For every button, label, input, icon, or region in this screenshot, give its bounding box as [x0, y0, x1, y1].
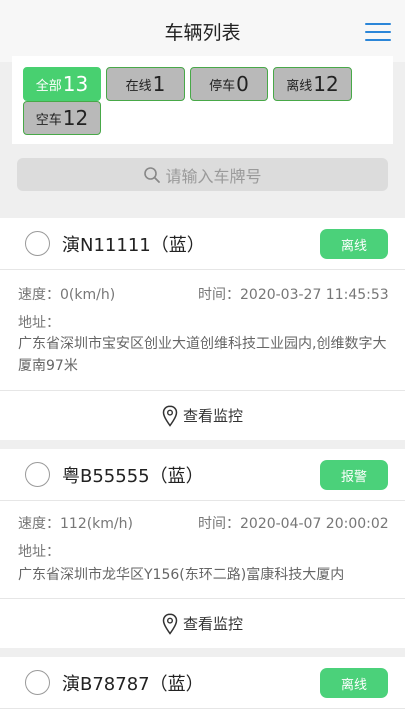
search-icon	[144, 166, 161, 183]
hamburger-menu-icon[interactable]	[365, 22, 391, 42]
search-input[interactable]: 请输入车牌号	[17, 158, 388, 191]
vehicle-card-header: 演B78787（蓝） 离线	[0, 657, 405, 709]
filter-count: 1	[152, 72, 166, 96]
filter-offline-chip[interactable]: 离线 12	[273, 67, 352, 101]
filter-count: 13	[62, 72, 89, 96]
vehicle-plate: 演N11111（蓝）	[62, 235, 205, 256]
status-badge[interactable]: 离线	[320, 229, 388, 259]
time-value: 2020-04-07 20:00:02	[240, 516, 389, 532]
filter-label: 停车	[209, 78, 236, 94]
vehicle-card: 演N11111（蓝） 离线 速度：0(km/h) 时间：2020-03-27 1…	[0, 218, 405, 440]
page-title: 车辆列表	[164, 22, 241, 44]
speed-label: 速度：	[18, 516, 60, 532]
view-monitor-label: 查看监控	[182, 407, 243, 425]
vehicle-plate: 粤B55555（蓝）	[62, 466, 204, 487]
filter-label: 离线	[286, 78, 313, 94]
top-bar: 车辆列表	[0, 0, 405, 62]
filter-label: 空车	[35, 112, 62, 128]
filter-count: 12	[313, 72, 339, 96]
status-badge[interactable]: 报警	[320, 460, 388, 490]
location-pin-icon	[162, 404, 178, 427]
address-value: 广东省深圳市宝安区创业大道创维科技工业园内,创维数字大厦南97米	[18, 336, 387, 374]
time-label: 时间：	[198, 287, 240, 303]
view-monitor-button[interactable]: 查看监控	[0, 390, 405, 440]
speed-value: 112(km/h)	[60, 516, 133, 532]
vehicle-card-header: 演N11111（蓝） 离线	[0, 218, 405, 270]
filter-parked-chip[interactable]: 停车 0	[190, 67, 268, 101]
status-filter-panel: 全部 13 在线 1 停车 0 离线 12 空车 12	[12, 56, 393, 144]
speed-info: 速度：112(km/h)	[18, 513, 133, 533]
address-label: 地址：	[18, 315, 60, 331]
filter-label: 在线	[125, 78, 152, 94]
time-value: 2020-03-27 11:45:53	[240, 287, 389, 303]
vehicle-select-radio[interactable]	[25, 231, 50, 256]
status-badge[interactable]: 离线	[320, 668, 388, 698]
speed-info: 速度：0(km/h)	[18, 284, 115, 304]
vehicle-card: 粤B55555（蓝） 报警 速度：112(km/h) 时间：2020-04-07…	[0, 449, 405, 648]
time-info: 时间：2020-04-07 20:00:02	[198, 513, 389, 533]
vehicle-select-radio[interactable]	[25, 462, 50, 487]
filter-count: 0	[236, 72, 249, 96]
address-label: 地址：	[18, 544, 60, 560]
speed-value: 0(km/h)	[60, 287, 116, 303]
view-monitor-label: 查看监控	[182, 615, 243, 633]
time-info: 时间：2020-03-27 11:45:53	[198, 284, 389, 304]
address-value: 广东省深圳市龙华区Y156(东环二路)富康科技大厦内	[18, 567, 345, 583]
view-monitor-button[interactable]: 查看监控	[0, 598, 405, 648]
filter-count: 12	[62, 106, 89, 130]
vehicle-select-radio[interactable]	[25, 670, 50, 695]
search-placeholder: 请输入车牌号	[165, 166, 262, 186]
vehicle-plate: 演B78787（蓝）	[62, 674, 204, 695]
filter-all-chip[interactable]: 全部 13	[23, 67, 101, 101]
location-pin-icon	[162, 612, 178, 635]
speed-label: 速度：	[18, 287, 60, 303]
vehicle-card: 演B78787（蓝） 离线	[0, 657, 405, 720]
filter-empty-chip[interactable]: 空车 12	[23, 101, 101, 135]
vehicle-card-header: 粤B55555（蓝） 报警	[0, 449, 405, 501]
filter-online-chip[interactable]: 在线 1	[106, 67, 185, 101]
time-label: 时间：	[198, 516, 240, 532]
filter-label: 全部	[35, 78, 62, 94]
